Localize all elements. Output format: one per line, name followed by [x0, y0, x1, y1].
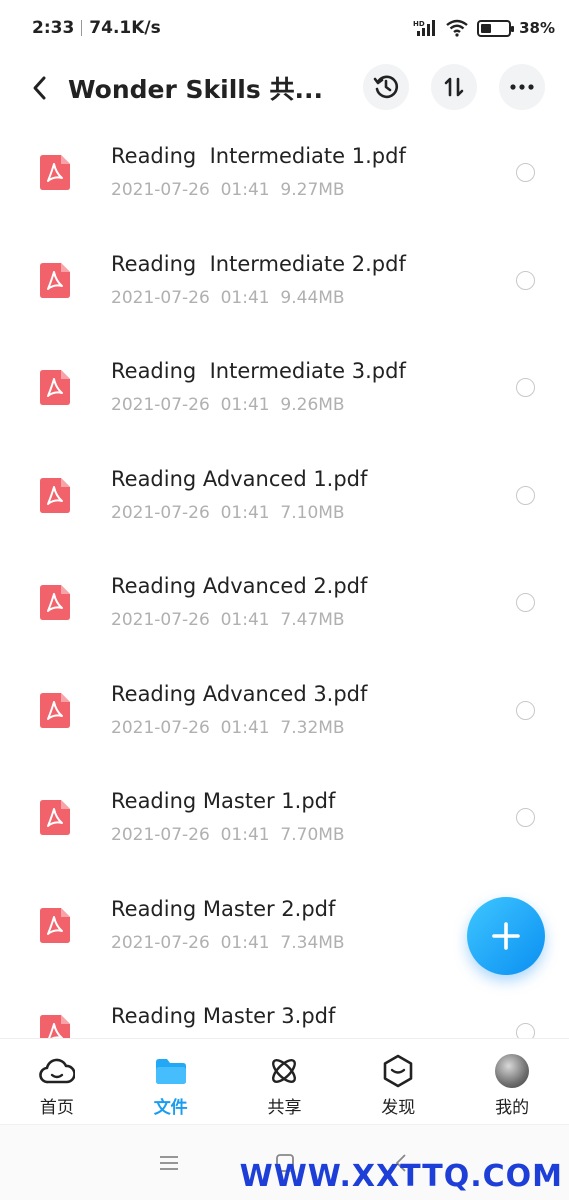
pdf-file-icon: [40, 155, 70, 190]
file-name: Reading Intermediate 2.pdf: [111, 251, 406, 276]
page-title: Wonder Skills 共...: [68, 75, 323, 104]
file-row[interactable]: Reading Advanced 3.pdf 2021-07-26 01:41 7…: [0, 658, 569, 766]
status-left: 2:33 74.1K/s: [32, 18, 161, 38]
nav-item-share[interactable]: 共享: [228, 1039, 342, 1124]
file-meta: 2021-07-26 01:41 7.47MB: [111, 610, 345, 630]
select-checkbox[interactable]: [516, 485, 535, 505]
nav-label-me: 我的: [495, 1098, 530, 1118]
folder-icon: [153, 1053, 189, 1089]
file-row[interactable]: Reading Intermediate 1.pdf 2021-07-26 01:…: [0, 120, 569, 228]
nav-label-files: 文件: [153, 1098, 188, 1118]
file-meta: 2021-07-26 01:41 7.32MB: [111, 717, 345, 738]
file-row[interactable]: Reading Intermediate 2.pdf 2021-07-26 01:…: [0, 228, 569, 336]
sort-icon: [444, 77, 464, 97]
more-button[interactable]: [499, 64, 545, 110]
history-button[interactable]: [363, 64, 409, 110]
pdf-file-icon: [40, 1015, 70, 1038]
pdf-file-icon: [40, 477, 70, 513]
nav-label-home: 首页: [39, 1098, 74, 1118]
file-name: Reading Advanced 2.pdf: [111, 574, 368, 598]
pdf-file-icon: [40, 262, 70, 298]
cloud-icon: [39, 1053, 75, 1089]
nav-item-me[interactable]: 我的: [455, 1039, 569, 1124]
battery-percent: 38%: [519, 19, 555, 37]
nav-item-home[interactable]: 首页: [0, 1039, 114, 1124]
file-name: Reading Intermediate 1.pdf: [111, 144, 406, 168]
chevron-left-icon: [33, 76, 46, 100]
menu-icon: [159, 1155, 178, 1170]
select-checkbox[interactable]: [516, 808, 535, 827]
svg-text:HD: HD: [413, 20, 425, 28]
status-separator: [81, 20, 83, 36]
status-bar: 2:33 74.1K/s HD 38%: [0, 0, 569, 56]
battery-fill: [481, 23, 491, 33]
watermark: WWW.XXTTQ.COM: [239, 1159, 563, 1194]
pdf-file-icon: [40, 585, 70, 620]
file-row[interactable]: Reading Intermediate 3.pdf 2021-07-26 01:…: [0, 335, 569, 443]
sort-button[interactable]: [431, 64, 477, 110]
avatar: [494, 1053, 530, 1089]
file-meta: 2021-07-26 01:41 7.10MB: [111, 502, 345, 523]
more-icon: [510, 84, 534, 90]
battery-icon: [477, 19, 515, 37]
pdf-file-icon: [40, 370, 70, 405]
signal-icon: HD: [413, 20, 436, 36]
file-meta: 2021-07-26 01:41 7.70MB: [111, 825, 345, 845]
plus-icon: [492, 922, 520, 950]
pdf-file-icon: [40, 692, 70, 728]
file-row[interactable]: Reading Advanced 1.pdf 2021-07-26 01:41 7…: [0, 443, 569, 551]
select-checkbox[interactable]: [516, 700, 535, 720]
bottom-nav: 首页 文件 共享 发现 我的: [0, 1038, 569, 1124]
header: Wonder Skills 共...: [0, 56, 569, 120]
select-checkbox[interactable]: [516, 1023, 535, 1038]
nav-label-share: 共享: [267, 1098, 302, 1118]
back-button[interactable]: [20, 68, 60, 108]
file-meta: 2021-07-26 01:41 9.26MB: [111, 395, 345, 415]
select-checkbox[interactable]: [516, 270, 535, 290]
atom-icon: [266, 1053, 302, 1089]
pdf-file-icon: [40, 907, 70, 943]
file-name: Reading Advanced 1.pdf: [111, 466, 368, 491]
file-name: Reading Advanced 3.pdf: [111, 681, 368, 706]
file-row[interactable]: Reading Master 1.pdf 2021-07-26 01:41 7.7…: [0, 765, 569, 873]
select-checkbox[interactable]: [516, 163, 535, 182]
add-button[interactable]: [467, 897, 545, 975]
history-icon: [373, 75, 398, 99]
file-meta: 2021-07-26 01:41 7.34MB: [111, 932, 345, 953]
pdf-file-icon: [40, 800, 70, 835]
file-row[interactable]: Reading Master 3.pdf: [0, 980, 569, 1038]
file-name: Reading Intermediate 3.pdf: [111, 359, 406, 383]
nav-item-files[interactable]: 文件: [114, 1039, 228, 1124]
file-name: Reading Master 3.pdf: [111, 1004, 336, 1028]
select-checkbox[interactable]: [516, 593, 535, 612]
network-speed: 74.1K/s: [89, 18, 161, 38]
file-meta: 2021-07-26 01:41 9.27MB: [111, 180, 345, 200]
wifi-icon: [446, 19, 468, 37]
select-checkbox[interactable]: [516, 378, 535, 397]
file-name: Reading Master 1.pdf: [111, 789, 336, 813]
menu-button[interactable]: [152, 1146, 186, 1180]
nav-label-discover: 发现: [381, 1098, 416, 1118]
file-list: Reading Intermediate 1.pdf 2021-07-26 01:…: [0, 120, 569, 1038]
clock: 2:33: [32, 18, 75, 38]
file-name: Reading Master 2.pdf: [111, 896, 336, 921]
status-right: HD 38%: [413, 19, 555, 37]
discover-icon: [380, 1053, 416, 1089]
file-meta: 2021-07-26 01:41 9.44MB: [111, 287, 345, 308]
file-row[interactable]: Reading Advanced 2.pdf 2021-07-26 01:41 7…: [0, 550, 569, 658]
nav-item-discover[interactable]: 发现: [341, 1039, 455, 1124]
header-actions: [363, 64, 545, 110]
